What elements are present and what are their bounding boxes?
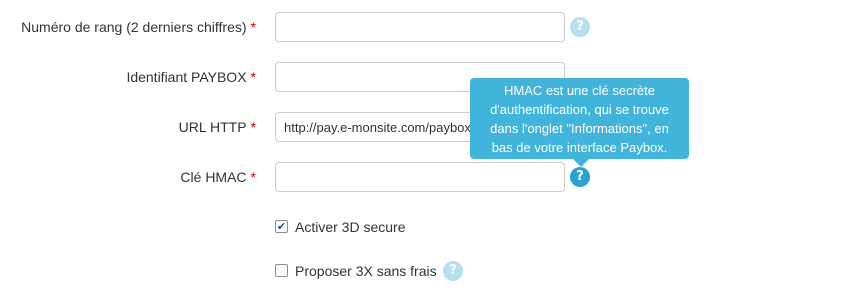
tooltip-arrow <box>573 159 589 167</box>
form-row-hmac: Clé HMAC * ? <box>0 162 868 192</box>
question-circle-icon[interactable]: ? <box>570 17 590 37</box>
field-label-identifiant: Identifiant PAYBOX * <box>126 69 256 85</box>
tooltip-text: HMAC est une clé secrète d'authentificat… <box>490 83 669 155</box>
required-asterisk: * <box>250 169 256 185</box>
field-label-url: URL HTTP * <box>178 119 256 135</box>
checkbox-label-3x: Proposer 3X sans frais <box>295 263 437 279</box>
required-asterisk: * <box>250 19 256 35</box>
form-row-url: URL HTTP * <box>0 112 868 142</box>
field-label-hmac: Clé HMAC * <box>180 169 256 185</box>
checkbox-label-3d-secure: Activer 3D secure <box>295 219 406 235</box>
hmac-help-tooltip: HMAC est une clé secrète d'authentificat… <box>470 78 689 167</box>
required-asterisk: * <box>250 69 256 85</box>
form-row-rang: Numéro de rang (2 derniers chiffres) * ? <box>0 12 868 42</box>
field-label-rang: Numéro de rang (2 derniers chiffres) * <box>21 19 256 35</box>
rang-input[interactable] <box>275 12 565 42</box>
hmac-key-input[interactable] <box>275 162 565 192</box>
checkbox-3x-sans-frais[interactable] <box>275 264 288 277</box>
question-circle-icon[interactable]: ? <box>570 167 590 187</box>
required-asterisk: * <box>250 119 256 135</box>
question-circle-icon[interactable]: ? <box>443 261 463 281</box>
checkbox-3d-secure[interactable]: ✔ <box>275 220 288 233</box>
form-row-identifiant: Identifiant PAYBOX * <box>0 62 868 92</box>
